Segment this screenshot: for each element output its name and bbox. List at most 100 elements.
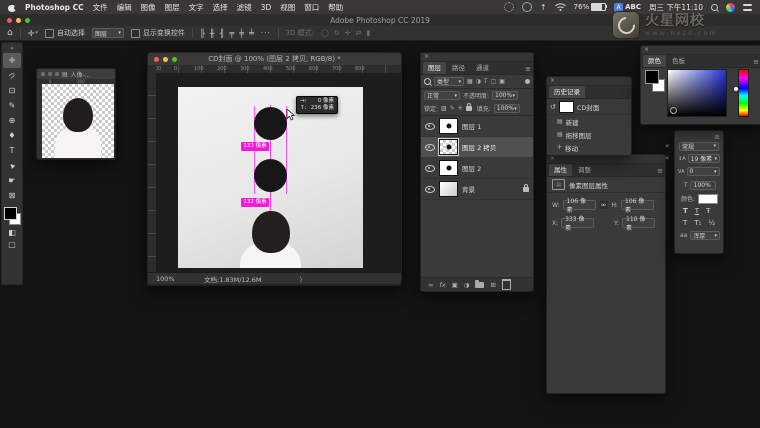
vertical-scale-field[interactable]: 100% xyxy=(689,180,716,190)
history-step-label[interactable]: 拖移图层 xyxy=(566,130,592,140)
layer-thumbnail[interactable] xyxy=(438,138,459,156)
layers-close-icon[interactable]: × xyxy=(424,53,429,61)
filter-shape-icon[interactable]: ▢ xyxy=(491,78,497,85)
tab-color[interactable]: 颜色 xyxy=(643,55,666,67)
canvas[interactable]: 132 像素 132 像素 →: 0 像素 ↑: 236 像素 xyxy=(178,87,363,268)
layers-menu-icon[interactable]: ≡ xyxy=(525,64,531,74)
filter-pixel-icon[interactable]: ▦ xyxy=(467,78,473,85)
toolbar-collapse-icon[interactable]: » xyxy=(3,44,21,53)
underline-icon[interactable]: T xyxy=(695,207,699,215)
tab-channels[interactable]: 通道 xyxy=(471,62,494,74)
menu-select[interactable]: 选择 xyxy=(213,2,228,13)
layer-style-icon[interactable]: fx xyxy=(439,281,445,289)
status-display-icon[interactable] xyxy=(521,2,532,12)
history-snapshot-row[interactable]: ↺ CD封面 xyxy=(547,99,631,115)
faux-bold-icon[interactable]: T xyxy=(683,207,688,215)
color-swatches[interactable] xyxy=(3,206,21,226)
status-scroll-arrow[interactable]: 〉 xyxy=(300,274,307,284)
menu-layer[interactable]: 图层 xyxy=(165,2,180,13)
layer-row-background[interactable]: 背景 xyxy=(421,179,533,200)
foreground-color-swatch[interactable] xyxy=(645,70,659,84)
wifi-icon[interactable] xyxy=(554,3,566,11)
history-step-row[interactable]: ▤ 拖移图层 xyxy=(547,128,631,141)
snapshot-thumbnail[interactable] xyxy=(558,100,574,113)
eye-icon[interactable] xyxy=(425,185,435,193)
float-doc-close[interactable] xyxy=(41,72,45,76)
tracking-dropdown[interactable]: 0 ▾ xyxy=(686,167,720,176)
link-layers-icon[interactable]: ∞ xyxy=(428,281,433,289)
float-doc-canvas[interactable] xyxy=(42,84,114,158)
menu-type[interactable]: 文字 xyxy=(189,2,204,13)
zoom-level-field[interactable]: 100% xyxy=(156,275,204,283)
history-step-label[interactable]: 移动 xyxy=(565,143,578,153)
align-left-icon[interactable]: ╟ xyxy=(200,29,205,38)
menu-image[interactable]: 图像 xyxy=(141,2,156,13)
layer-name[interactable]: 图层 1 xyxy=(462,121,481,131)
color-fg-bg-swatches[interactable] xyxy=(645,70,665,92)
color-panel-header[interactable]: × xyxy=(641,46,760,55)
layers-panel-header[interactable]: × xyxy=(421,53,533,62)
hue-slider[interactable] xyxy=(738,69,749,117)
menu-file[interactable]: 文件 xyxy=(93,2,108,13)
screen-mode-icon[interactable]: ▢ xyxy=(3,238,21,250)
y-field[interactable]: 110 像素 xyxy=(622,216,656,232)
auto-select-toggle[interactable]: 自动选择 xyxy=(44,28,85,38)
status-up-icon[interactable]: ↑ xyxy=(540,3,547,12)
color-gradient-field[interactable] xyxy=(667,69,727,117)
lock-position-icon[interactable]: ✛ xyxy=(458,105,463,112)
properties-menu-icon[interactable]: ≡ xyxy=(657,166,663,176)
tab-swatches[interactable]: 色板 xyxy=(667,55,690,67)
status-record-icon[interactable] xyxy=(503,2,514,12)
delete-layer-icon[interactable] xyxy=(501,279,511,290)
width-field[interactable]: 106 像素 xyxy=(562,198,596,214)
filter-toggle-icon[interactable] xyxy=(525,79,530,84)
align-hcenter-icon[interactable]: ╫ xyxy=(210,29,215,38)
opacity-dropdown[interactable]: 100% ▾ xyxy=(492,91,519,100)
align-more-icon[interactable]: ··· xyxy=(261,29,271,37)
menu-help[interactable]: 帮助 xyxy=(328,2,343,13)
document-window[interactable]: CD封面 @ 100% (图层 2 拷贝, RGB/8) * -100 0 10… xyxy=(147,52,402,286)
show-transform-checkbox[interactable] xyxy=(130,28,140,38)
eyedropper-tool-icon[interactable]: ✎ xyxy=(3,98,21,113)
history-step-label[interactable]: 新建 xyxy=(566,117,579,127)
auto-select-target-dropdown[interactable]: 图层 ▾ xyxy=(91,28,124,38)
color-close-icon[interactable]: × xyxy=(644,46,649,54)
new-layer-icon[interactable]: ⊞ xyxy=(490,281,495,289)
color-menu-icon[interactable]: ≡ xyxy=(753,57,759,67)
tab-history[interactable]: 历史记录 xyxy=(549,86,585,98)
filter-smart-icon[interactable]: ▣ xyxy=(499,78,505,85)
adjustment-layer-icon[interactable]: ◑ xyxy=(464,281,470,289)
tab-layers[interactable]: 图层 xyxy=(423,62,446,74)
leading-dropdown[interactable]: 19 像素 ▾ xyxy=(687,154,720,163)
align-right-icon[interactable]: ╢ xyxy=(220,29,225,38)
menu-window[interactable]: 窗口 xyxy=(304,2,319,13)
layer-thumbnail[interactable] xyxy=(439,160,458,176)
float-doc-zoom[interactable] xyxy=(55,72,59,76)
layer-row-1[interactable]: 图层 1 xyxy=(421,116,533,137)
menu-view[interactable]: 视图 xyxy=(280,2,295,13)
height-field[interactable]: 106 像素 xyxy=(621,198,654,214)
history-panel-header[interactable]: × xyxy=(547,77,631,86)
dock-collapse-icon[interactable]: « xyxy=(665,142,669,150)
menu-edit[interactable]: 编辑 xyxy=(117,2,132,13)
lock-transparent-icon[interactable]: ▨ xyxy=(441,105,447,112)
float-doc-min[interactable] xyxy=(48,72,52,76)
layer-row-3[interactable]: 图层 2 xyxy=(421,158,533,179)
font-style-dropdown[interactable]: 常规 ▾ xyxy=(679,141,719,151)
layer-filter-search-icon[interactable] xyxy=(424,78,431,85)
subscript-icon[interactable]: T₁ xyxy=(694,219,701,227)
align-vcenter-icon[interactable]: ╪ xyxy=(239,29,244,38)
menu-app-name[interactable]: Photoshop CC xyxy=(25,3,84,12)
filter-type-icon[interactable]: T xyxy=(484,78,488,85)
quick-mask-icon[interactable]: ◧ xyxy=(3,226,21,238)
layer-thumbnail[interactable] xyxy=(439,118,458,134)
layer-row-2-selected[interactable]: 图层 2 拷贝 xyxy=(421,137,533,158)
eye-icon[interactable] xyxy=(425,122,435,130)
blur-tool-icon[interactable]: ♦ xyxy=(3,128,21,143)
document-titlebar[interactable]: CD封面 @ 100% (图层 2 拷贝, RGB/8) * xyxy=(148,53,401,65)
auto-select-checkbox[interactable] xyxy=(44,28,54,38)
caps-icon[interactable]: T xyxy=(683,219,687,227)
tool-preset-move[interactable]: ✛ ▾ xyxy=(28,29,38,38)
dock-collapse-icon[interactable]: « xyxy=(665,154,669,162)
fraction-icon[interactable]: ½ xyxy=(708,219,715,227)
